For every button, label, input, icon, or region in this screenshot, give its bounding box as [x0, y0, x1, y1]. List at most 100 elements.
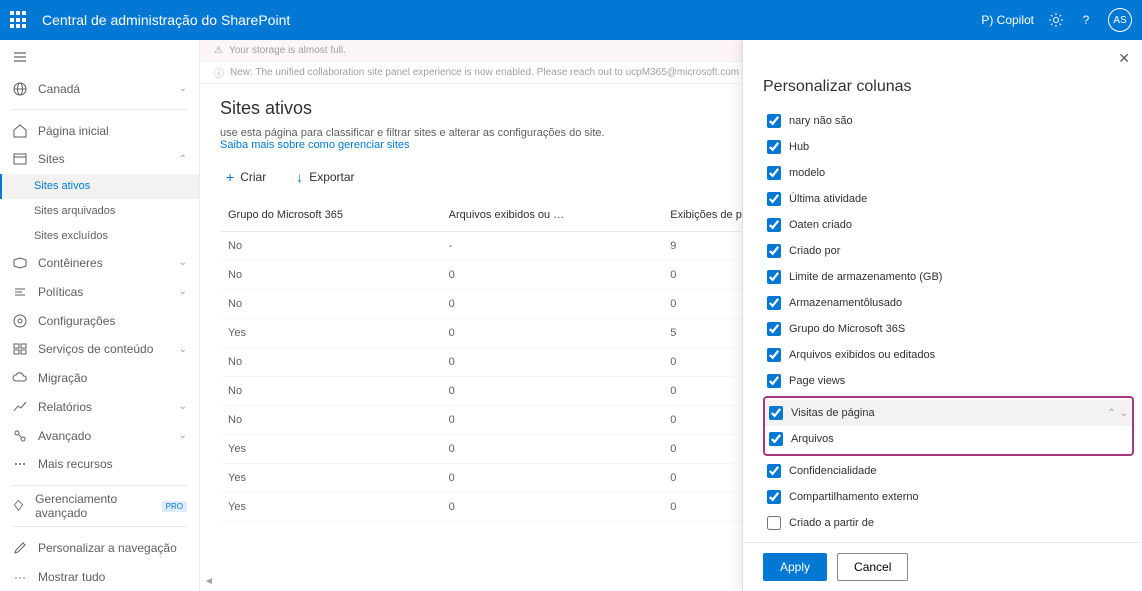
- close-icon[interactable]: ✕: [1118, 50, 1130, 67]
- column-option[interactable]: modelo: [763, 160, 1134, 186]
- column-checkbox[interactable]: [767, 192, 781, 206]
- column-option[interactable]: Criado por: [763, 238, 1134, 264]
- nav-policies[interactable]: Políticas ⌄: [0, 277, 199, 306]
- column-checkbox[interactable]: [767, 322, 781, 336]
- column-checkbox[interactable]: [767, 516, 781, 530]
- left-nav: Canadá ⌄ Página inicial Sites ⌃ Sites at…: [0, 40, 200, 591]
- column-label: Confidencialidade: [789, 465, 876, 477]
- policies-icon: [12, 284, 28, 300]
- cell: No: [220, 348, 441, 377]
- column-option[interactable]: Grupo do Microsoft 36S: [763, 316, 1134, 342]
- chevron-down-icon: ⌄: [179, 401, 187, 412]
- column-label: Visitas de página: [791, 407, 875, 419]
- column-option[interactable]: Compartilhamento externo: [763, 484, 1134, 510]
- column-checkbox[interactable]: [767, 140, 781, 154]
- nav-settings[interactable]: Configurações: [0, 306, 199, 335]
- column-label: nary não são: [789, 115, 853, 127]
- settings-icon[interactable]: [1048, 12, 1064, 28]
- column-checkbox[interactable]: [767, 464, 781, 478]
- cell: Yes: [220, 435, 441, 464]
- column-checkbox[interactable]: [767, 490, 781, 504]
- column-checkbox[interactable]: [767, 348, 781, 362]
- ellipsis-icon: ···: [12, 569, 28, 585]
- help-icon[interactable]: ?: [1078, 12, 1094, 28]
- column-option[interactable]: Confidencialidade: [763, 458, 1134, 484]
- column-option[interactable]: Oaten criado: [763, 212, 1134, 238]
- nav-sites-archived[interactable]: Sites arquivados: [0, 199, 199, 224]
- advanced-icon: [12, 428, 28, 444]
- column-label: modelo: [789, 167, 825, 179]
- column-checkbox[interactable]: [767, 218, 781, 232]
- column-checkbox[interactable]: [767, 296, 781, 310]
- column-label: Última atividade: [789, 193, 867, 205]
- nav-advanced[interactable]: Avançado ⌄: [0, 421, 199, 450]
- highlighted-columns: Visitas de página ⌃⌄ Arquivos: [763, 396, 1134, 456]
- apply-button[interactable]: Apply: [763, 553, 827, 581]
- nav-adv-mgmt[interactable]: Gerenciamento avançado PRO: [0, 492, 199, 521]
- copilot-link[interactable]: P) Copilot: [981, 13, 1034, 27]
- col-files-viewed[interactable]: Arquivos exibidos ou …: [441, 199, 663, 232]
- column-option[interactable]: Armazenamentôlusado: [763, 290, 1134, 316]
- column-label: Compartilhamento externo: [789, 491, 919, 503]
- home-icon: [12, 123, 28, 139]
- cloud-icon: [12, 370, 28, 386]
- app-launcher-icon[interactable]: [10, 11, 28, 29]
- cancel-button[interactable]: Cancel: [837, 553, 908, 581]
- export-button[interactable]: ↓ Exportar: [290, 165, 360, 189]
- column-option[interactable]: nary não são: [763, 108, 1134, 134]
- col-m365[interactable]: Grupo do Microsoft 365: [220, 199, 441, 232]
- nav-migration[interactable]: Migração: [0, 364, 199, 393]
- chevron-down-icon: ⌄: [179, 83, 187, 94]
- tenant-switcher[interactable]: Canadá ⌄: [0, 75, 199, 104]
- nav-reports[interactable]: Relatórios ⌄: [0, 392, 199, 421]
- column-label: Limite de armazenamento (GB): [789, 271, 942, 283]
- column-checkbox[interactable]: [767, 114, 781, 128]
- column-option[interactable]: Arquivos exibidos ou editados: [763, 342, 1134, 368]
- column-option[interactable]: Page views: [763, 368, 1134, 394]
- nav-sites[interactable]: Sites ⌃: [0, 145, 199, 174]
- chevron-down-icon: ⌄: [179, 344, 187, 355]
- create-button[interactable]: + Criar: [220, 165, 272, 189]
- cell: 0: [441, 464, 663, 493]
- column-checkbox[interactable]: [767, 166, 781, 180]
- nav-sites-deleted[interactable]: Sites excluídos: [0, 224, 199, 249]
- nav-home[interactable]: Página inicial: [0, 116, 199, 145]
- containers-icon: [12, 255, 28, 271]
- column-label: Hub: [789, 141, 809, 153]
- column-checkbox[interactable]: [769, 432, 783, 446]
- column-checkbox[interactable]: [767, 374, 781, 388]
- content-icon: [12, 341, 28, 357]
- edit-icon: [12, 540, 28, 556]
- avatar[interactable]: AS: [1108, 8, 1132, 32]
- plus-icon: +: [226, 169, 234, 185]
- nav-show-all[interactable]: ··· Mostrar tudo: [0, 562, 199, 591]
- cell: 0: [441, 290, 663, 319]
- column-option[interactable]: Script personalizado: [763, 536, 1134, 542]
- column-option[interactable]: Arquivos: [765, 426, 1132, 452]
- reorder-arrows[interactable]: ⌃⌄: [1107, 408, 1128, 419]
- cell: 0: [441, 319, 663, 348]
- column-option[interactable]: Criado a partir de: [763, 510, 1134, 536]
- chevron-up-icon: ⌃: [179, 154, 187, 165]
- column-option[interactable]: Hub: [763, 134, 1134, 160]
- column-option[interactable]: Visitas de página ⌃⌄: [765, 400, 1132, 426]
- column-checkbox[interactable]: [769, 406, 783, 420]
- nav-more[interactable]: Mais recursos: [0, 450, 199, 479]
- topbar: Central de administração do SharePoint P…: [0, 0, 1142, 40]
- chart-icon: [12, 399, 28, 415]
- nav-containers[interactable]: Contêineres ⌄: [0, 249, 199, 278]
- nav-sites-active[interactable]: Sites ativos: [0, 174, 199, 199]
- column-option[interactable]: Última atividade: [763, 186, 1134, 212]
- nav-collapse-icon[interactable]: [0, 40, 199, 75]
- nav-customize[interactable]: Personalizar a navegação: [0, 533, 199, 562]
- chevron-down-icon: ⌄: [179, 286, 187, 297]
- scroll-left-icon[interactable]: ◄: [204, 576, 214, 587]
- cell: 0: [441, 493, 663, 522]
- info-icon: ⓘ: [214, 65, 224, 80]
- nav-content-services[interactable]: Serviços de conteúdo ⌄: [0, 335, 199, 364]
- main-content: ⚠ Your storage is almost full. ⓘ New: Th…: [200, 40, 1142, 591]
- cell: 0: [441, 377, 663, 406]
- column-checkbox[interactable]: [767, 244, 781, 258]
- column-option[interactable]: Limite de armazenamento (GB): [763, 264, 1134, 290]
- column-checkbox[interactable]: [767, 270, 781, 284]
